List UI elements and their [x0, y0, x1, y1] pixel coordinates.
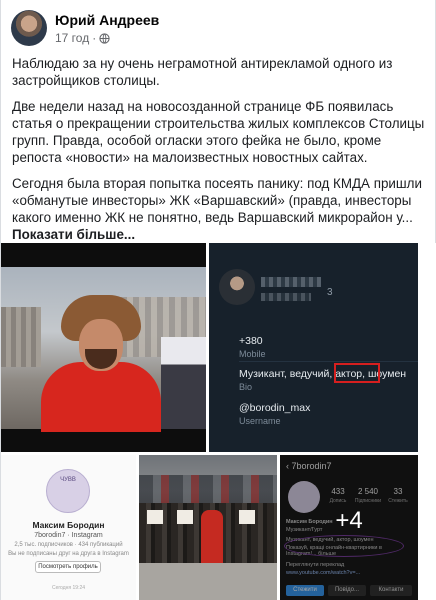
author-avatar[interactable]	[11, 10, 47, 46]
photo-protest[interactable]	[139, 455, 277, 600]
street-scene	[1, 267, 206, 432]
media-grid: 3 +380 Mobile Музикант, ведучий, актор, …	[1, 243, 436, 600]
follow-hint: Вы не подписаны друг на друга в Instagra…	[8, 551, 129, 557]
paragraph-3-text: Сегодня была вторая попытка посеять пани…	[12, 176, 422, 225]
telegram-profile-screenshot[interactable]: 3 +380 Mobile Музикант, ведучий, актор, …	[209, 243, 418, 452]
profile-handle: 7borodin7 · Instagram	[34, 532, 103, 539]
post-header: Юрий Андреев 17 год ·	[11, 10, 427, 50]
instagram-profile-card[interactable]: Максим Бородин 7borodin7 · Instagram 2,5…	[1, 455, 136, 600]
profile-logo	[46, 469, 90, 513]
highlight-box	[334, 363, 380, 383]
parked-cars	[139, 475, 277, 503]
protest-sign	[177, 510, 193, 524]
instagram-mobile-screenshot[interactable]: ‹ 7borodin7 433 Допись 2 540 Підписники …	[280, 455, 418, 600]
profile-avatar	[219, 269, 255, 305]
post-time[interactable]: 17 год	[55, 31, 89, 45]
phone-label: Mobile	[239, 349, 266, 359]
bio-label: Bio	[239, 382, 253, 392]
paragraph-3: Сегодня была вторая попытка посеять пани…	[12, 175, 426, 243]
blurred-name	[261, 277, 321, 287]
username-value: @borodin_max	[239, 402, 311, 414]
blurred-status	[261, 293, 311, 301]
timestamp: Сегодня 19:24	[51, 585, 86, 591]
red-jacket	[41, 362, 161, 432]
post-meta: 17 год ·	[55, 31, 110, 45]
view-profile-button[interactable]: Посмотреть профиль	[35, 561, 101, 573]
facebook-post: Юрий Андреев 17 год · Наблюдаю за ну оче…	[0, 0, 436, 600]
author-name[interactable]: Юрий Андреев	[55, 12, 159, 28]
phone-value: +380	[239, 335, 263, 347]
paragraph-2: Две недели назад на новосозданной страни…	[12, 99, 425, 165]
divider	[239, 361, 418, 362]
protest-sign	[147, 510, 163, 524]
meta-separator: ·	[92, 31, 97, 45]
crowd	[161, 337, 206, 429]
building-left	[1, 307, 41, 367]
username-label: Username	[239, 416, 281, 426]
person-red-coat	[201, 510, 223, 566]
globe-icon	[99, 32, 110, 44]
more-photos-count[interactable]: +4	[280, 507, 418, 535]
phone-suffix: 3	[327, 287, 333, 298]
bio-value: Музикант, ведучий, актор, шоумен	[239, 368, 407, 380]
photo-man-red-jacket[interactable]	[1, 243, 206, 452]
profile-stats: 2,5 тыс. подписчиков · 434 публикаций	[14, 542, 123, 548]
post-text: Наблюдаю за ну очень неграмотной антирек…	[12, 55, 426, 252]
protest-sign	[239, 510, 255, 524]
paragraph-1: Наблюдаю за ну очень неграмотной антирек…	[12, 56, 393, 88]
profile-name: Максим Бородин	[32, 520, 105, 530]
pavement	[139, 563, 277, 600]
see-more-link[interactable]: Показати більше...	[12, 227, 135, 242]
